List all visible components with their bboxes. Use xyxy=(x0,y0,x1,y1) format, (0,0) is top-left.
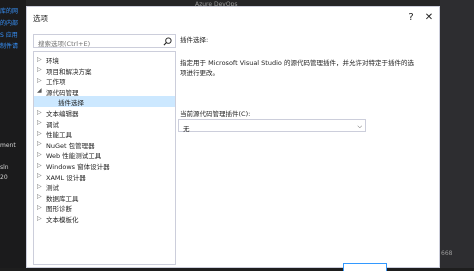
background-left-panel: 库的网的内部 S 应用制件请 ment sln 20 xyxy=(0,0,26,268)
collapsed-arrow-icon[interactable]: ▷ xyxy=(37,56,42,63)
help-button[interactable]: ? xyxy=(403,10,419,26)
close-button[interactable]: ✕ xyxy=(421,10,437,26)
tree-item-label: 调试 xyxy=(46,120,59,129)
tree-item[interactable]: ▷ 工作项 xyxy=(34,75,175,87)
background-snippet: sln xyxy=(0,164,9,171)
collapsed-arrow-icon[interactable]: ▷ xyxy=(37,77,42,84)
tree-item-label: 测试 xyxy=(46,184,59,193)
collapsed-arrow-icon[interactable]: ▷ xyxy=(37,66,42,73)
options-dialog: 选项 ? ✕ 搜索选项(Ctrl+E) ▷ 环境 ▷ 项目和解决方案 ▷ 工作项 ◢ 源代码管… xyxy=(26,6,440,271)
dialog-title-bar: 选项 ? ✕ xyxy=(27,7,439,29)
tree-item-label: Windows 窗体设计器 xyxy=(46,163,110,171)
collapsed-arrow-icon[interactable]: ▷ xyxy=(37,140,42,147)
tree-item[interactable]: ▷ NuGet 包管理器 xyxy=(34,139,175,150)
tree-item-label: 源代码管理 xyxy=(46,88,79,97)
tree-item[interactable]: ▷ 文本模板化 xyxy=(34,213,175,225)
collapsed-arrow-icon[interactable]: ▷ xyxy=(37,215,42,222)
tree-item[interactable]: 插件选择 xyxy=(34,96,175,107)
collapsed-arrow-icon[interactable]: ▷ xyxy=(37,162,42,169)
tree-item[interactable]: ▷ 环境 xyxy=(34,54,175,66)
tree-item[interactable]: ▷ 文本编辑器 xyxy=(34,107,175,119)
tree-item[interactable]: ▷ XAML 设计器 xyxy=(34,171,175,182)
ok-button[interactable] xyxy=(343,263,387,271)
tree-item[interactable]: ▷ 数据库工具 xyxy=(34,192,175,203)
collapsed-arrow-icon[interactable]: ▷ xyxy=(37,172,42,179)
plugin-select-value: 无 xyxy=(183,124,190,133)
dialog-title: 选项 xyxy=(33,14,48,23)
tree-item[interactable]: ▷ 图形诊断 xyxy=(34,202,175,214)
collapsed-arrow-icon[interactable]: ▷ xyxy=(37,204,42,211)
collapsed-arrow-icon[interactable]: ▷ xyxy=(37,109,42,116)
tree-item[interactable]: ▷ 性能工具 xyxy=(34,128,175,140)
background-snippet: ment xyxy=(0,142,16,149)
plugin-select-label: 当前源代码管理插件(C): xyxy=(180,110,251,118)
tree-item-label: 数据库工具 xyxy=(46,194,79,203)
background-snippet: 20 xyxy=(0,174,8,181)
tree-item[interactable]: ▷ Windows 窗体设计器 xyxy=(34,160,175,172)
tree-item[interactable]: ▷ 调试 xyxy=(34,118,175,129)
tree-item-label: 图形诊断 xyxy=(46,205,72,214)
search-input[interactable]: 搜索选项(Ctrl+E) xyxy=(33,34,176,48)
tree-item-label: 项目和解决方案 xyxy=(46,67,92,76)
collapsed-arrow-icon[interactable]: ▷ xyxy=(37,193,42,200)
plugin-select[interactable]: 无 ⌵ xyxy=(178,119,366,133)
tree-item-label: XAML 设计器 xyxy=(46,173,86,182)
tree-item-label: 文本编辑器 xyxy=(46,110,79,118)
background-snippet: 库的网 xyxy=(0,8,19,15)
search-placeholder: 搜索选项(Ctrl+E) xyxy=(38,40,91,48)
background-snippet: 的内部 xyxy=(0,20,19,27)
tree-item[interactable]: ◢ 源代码管理 xyxy=(34,86,175,97)
background-watermark: 668 xyxy=(441,250,453,257)
chevron-down-icon: ⌵ xyxy=(357,122,362,130)
tree-item-label: 插件选择 xyxy=(58,99,84,108)
collapsed-arrow-icon[interactable]: ▷ xyxy=(37,119,42,126)
collapsed-arrow-icon[interactable]: ▷ xyxy=(37,151,42,158)
options-tree: ▷ 环境 ▷ 项目和解决方案 ▷ 工作项 ◢ 源代码管理 插件选择 ▷ 文本编辑器 ▷ 调试 ▷ 性能工具 ▷… xyxy=(33,51,176,265)
tree-item-label: 工作项 xyxy=(46,78,66,87)
background-snippet: 制件请 xyxy=(0,43,19,50)
tree-item-label: 性能工具 xyxy=(46,131,72,140)
tree-item-label: 环境 xyxy=(46,57,59,65)
tree-item-label: Web 性能测试工具 xyxy=(46,152,102,161)
tree-item-label: NuGet 包管理器 xyxy=(46,141,95,150)
background-right-panel xyxy=(440,0,474,268)
collapsed-arrow-icon[interactable]: ▷ xyxy=(37,183,42,190)
background-snippet: S 应用 xyxy=(0,32,18,39)
tree-item-label: 文本模板化 xyxy=(46,216,79,224)
tree-item[interactable]: ▷ 测试 xyxy=(34,181,175,193)
expanded-arrow-icon[interactable]: ◢ xyxy=(37,87,42,94)
plugin-description: 指定用于 Microsoft Visual Studio 的源代码管理插件，并允… xyxy=(180,59,414,77)
tree-item[interactable]: ▷ 项目和解决方案 xyxy=(34,65,175,76)
search-icon[interactable] xyxy=(163,37,172,46)
collapsed-arrow-icon[interactable]: ▷ xyxy=(37,130,42,137)
tree-item[interactable]: ▷ Web 性能测试工具 xyxy=(34,149,175,161)
section-title: 插件选择: xyxy=(180,36,209,44)
